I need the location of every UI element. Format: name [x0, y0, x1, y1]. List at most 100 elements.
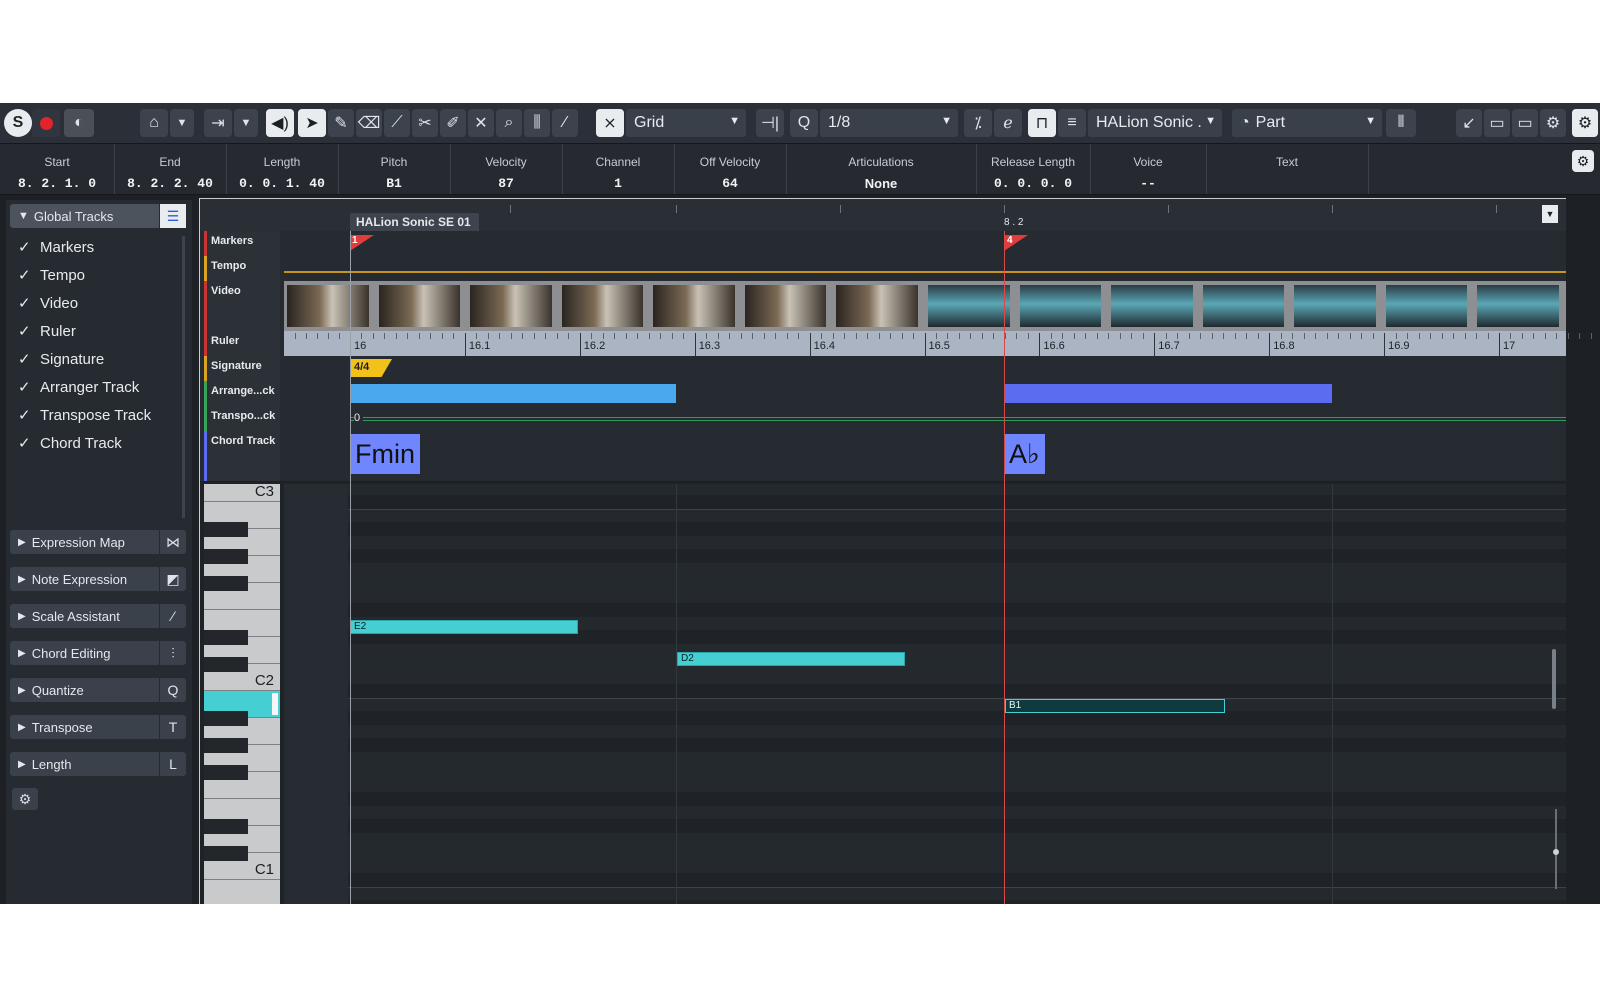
piano-black-key[interactable]	[204, 576, 248, 591]
lower-zone-toggle[interactable]: ▭	[1512, 109, 1538, 137]
velocity-menu[interactable]: ▼	[234, 109, 258, 137]
section-scale-assistant[interactable]: ▶ Scale Assistant ⁄	[10, 604, 186, 628]
global-track-video[interactable]: ✓ Video	[18, 294, 78, 312]
insert-velocity-button[interactable]: ⇥	[204, 109, 232, 137]
tempo-lane-body[interactable]	[284, 256, 1566, 281]
line-tool[interactable]: ⫼	[524, 109, 550, 137]
acoustic-feedback-button[interactable]: ◀)	[266, 109, 294, 137]
autoscroll-button[interactable]: ⌂	[140, 109, 168, 137]
swing-button[interactable]: ℯ	[994, 109, 1022, 137]
draw-tool[interactable]: ✎	[328, 109, 354, 137]
info-start[interactable]: Start 8. 2. 1. 0	[0, 144, 115, 194]
record-button[interactable]	[32, 109, 60, 137]
info-articulations-value[interactable]: None	[786, 176, 976, 191]
ruler-lane-body[interactable]: 16 16.1 16.2 16.3 16.4 16.5 16.6 16.7 16.8 16.9 17	[284, 331, 1592, 356]
lane-tempo-header[interactable]: Tempo	[204, 256, 280, 281]
info-end-value[interactable]: 8. 2. 2. 40	[114, 176, 226, 191]
lane-ruler-header[interactable]: Ruler	[204, 331, 280, 356]
snap-button[interactable]: ⨯	[596, 109, 624, 137]
info-voice-value[interactable]: --	[1090, 176, 1206, 191]
info-release-length[interactable]: Release Length 0. 0. 0. 0	[976, 144, 1091, 194]
arranger-event-1[interactable]	[350, 384, 676, 403]
midi-note[interactable]: D2	[677, 652, 905, 666]
lane-signature-header[interactable]: Signature	[204, 356, 280, 381]
line-draw-tool[interactable]: ∕	[552, 109, 578, 137]
project-cursor[interactable]	[1004, 231, 1005, 904]
mute-tool[interactable]: ✕	[468, 109, 494, 137]
solo-button[interactable]: S	[4, 109, 32, 137]
piano-black-key[interactable]	[204, 522, 248, 537]
arranger-event-2[interactable]	[1004, 384, 1332, 403]
markers-lane-body[interactable]: 1 4	[284, 231, 1566, 256]
split-tool[interactable]: ✂	[412, 109, 438, 137]
info-pitch-value[interactable]: B1	[338, 176, 450, 191]
left-zone-toggle[interactable]: ▭	[1484, 109, 1510, 137]
left-zone-settings-button[interactable]: ⚙	[12, 788, 38, 810]
info-start-value[interactable]: 8. 2. 1. 0	[0, 176, 114, 191]
piano-black-key[interactable]	[204, 846, 248, 861]
section-expression-map[interactable]: ▶ Expression Map ⋈	[10, 530, 186, 554]
object-selection-tool[interactable]: ➤	[298, 109, 326, 137]
global-track-arranger[interactable]: ✓ Arranger Track	[18, 378, 139, 396]
piano-black-key[interactable]	[204, 765, 248, 780]
lane-chord-header[interactable]: Chord Track	[204, 431, 280, 481]
global-track-ruler[interactable]: ✓ Ruler	[18, 322, 76, 340]
piano-black-key[interactable]	[204, 711, 248, 726]
section-quantize[interactable]: ▶ Quantize Q	[10, 678, 186, 702]
info-end[interactable]: End 8. 2. 2. 40	[114, 144, 227, 194]
midi-note[interactable]: B1	[1005, 699, 1225, 713]
piano-black-key[interactable]	[204, 738, 248, 753]
info-pitch[interactable]: Pitch B1	[338, 144, 451, 194]
chord-event-fmin[interactable]: Fmin	[350, 434, 420, 474]
info-off-velocity[interactable]: Off Velocity 64	[674, 144, 787, 194]
editor-ruler[interactable]: HALion Sonic SE 01 8 . 2 ▼	[200, 199, 1566, 231]
snap-to-zero-button[interactable]: ⊣|	[756, 109, 784, 137]
edit-active-part-button[interactable]: ⊓	[1028, 109, 1056, 137]
info-text[interactable]: Text	[1206, 144, 1369, 194]
section-length[interactable]: ▶ Length L	[10, 752, 186, 776]
info-line-toggle[interactable]: ↙	[1456, 109, 1482, 137]
autoscroll-menu[interactable]: ▼	[170, 109, 194, 137]
info-articulations[interactable]: Articulations None	[786, 144, 977, 194]
left-zone-scrollbar[interactable]	[182, 236, 185, 518]
section-note-expression[interactable]: ▶ Note Expression ◩	[10, 567, 186, 591]
arranger-lane-body[interactable]	[284, 381, 1566, 406]
lane-transpose-header[interactable]: Transpo...ck	[204, 406, 280, 431]
global-track-transpose[interactable]: ✓ Transpose Track	[18, 406, 151, 424]
triplet-button[interactable]: ⁒	[964, 109, 992, 137]
video-thumbnails[interactable]	[284, 281, 1566, 331]
erase-tool[interactable]: ⌫	[356, 109, 382, 137]
info-off-velocity-value[interactable]: 64	[674, 176, 786, 191]
global-track-tempo[interactable]: ✓ Tempo	[18, 266, 85, 284]
piano-white-key[interactable]	[204, 880, 280, 904]
info-release-length-value[interactable]: 0. 0. 0. 0	[976, 176, 1090, 191]
listen-button[interactable]: ◐	[64, 109, 94, 137]
part-list-button[interactable]: ≡	[1058, 109, 1086, 137]
lane-arranger-header[interactable]: Arrange...ck	[204, 381, 280, 406]
info-velocity-value[interactable]: 87	[450, 176, 562, 191]
info-line-settings-button[interactable]: ⚙	[1572, 150, 1594, 172]
trim-tool[interactable]: ⟋	[384, 109, 410, 137]
part-mode-dropdown[interactable]: ◔ Part ▼	[1232, 109, 1382, 137]
snap-type-dropdown[interactable]: Grid ▼	[626, 109, 746, 137]
piano-black-key[interactable]	[204, 549, 248, 564]
global-track-markers[interactable]: ✓ Markers	[18, 238, 94, 256]
mixer-button[interactable]: ⫴	[1386, 109, 1416, 137]
window-layout-button[interactable]: ⚙	[1540, 109, 1566, 137]
piano-keyboard[interactable]: C3 C2 C1	[204, 484, 280, 904]
lane-markers-header[interactable]: Markers	[204, 231, 280, 256]
zoom-slider-handle[interactable]	[1553, 849, 1559, 855]
iterative-quantize-button[interactable]: Q	[790, 109, 818, 137]
piano-black-key[interactable]	[204, 630, 248, 645]
midi-note[interactable]: E2	[350, 620, 578, 634]
track-list-icon[interactable]: ☰	[159, 204, 186, 228]
info-length-value[interactable]: 0. 0. 1. 40	[226, 176, 338, 191]
piano-black-key[interactable]	[204, 657, 248, 672]
settings-button[interactable]: ⚙	[1572, 109, 1598, 137]
chord-lane-body[interactable]: Fmin A♭	[284, 431, 1566, 481]
info-channel[interactable]: Channel 1	[562, 144, 675, 194]
info-length[interactable]: Length 0. 0. 1. 40	[226, 144, 339, 194]
info-voice[interactable]: Voice --	[1090, 144, 1207, 194]
section-transpose[interactable]: ▶ Transpose T	[10, 715, 186, 739]
vertical-scrollbar[interactable]	[1552, 649, 1556, 709]
